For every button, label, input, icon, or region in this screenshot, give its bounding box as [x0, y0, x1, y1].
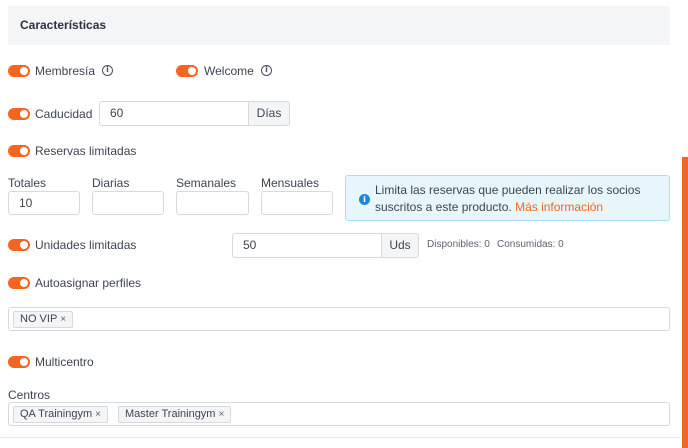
- chip-label: QA Trainingym: [20, 408, 93, 420]
- semanales-input[interactable]: [176, 191, 249, 215]
- mensuales-label: Mensuales: [261, 176, 320, 190]
- unidades-label: Unidades limitadas: [35, 238, 137, 252]
- membresia-toggle[interactable]: [8, 65, 30, 77]
- section-title: Características: [20, 18, 107, 32]
- chip-master-trainingym: Master Trainingym ×: [118, 406, 232, 423]
- totales-label: Totales: [8, 176, 47, 190]
- membresia-info-icon[interactable]: [102, 65, 113, 76]
- multicentro-label: Multicentro: [35, 355, 94, 369]
- totales-input[interactable]: 10: [8, 191, 80, 215]
- chip-no-vip: NO VIP ×: [13, 311, 74, 328]
- caducidad-label: Caducidad: [35, 107, 93, 121]
- membresia-label: Membresía: [35, 64, 96, 78]
- consumidas-text: Consumidas: 0: [497, 239, 564, 250]
- caducidad-unit: Días: [248, 101, 290, 126]
- unidades-toggle[interactable]: [8, 239, 30, 251]
- scrollbar[interactable]: [682, 157, 688, 448]
- centros-multiselect[interactable]: QA Trainingym × Master Trainingym ×: [8, 402, 670, 426]
- perfiles-multiselect[interactable]: NO VIP ×: [8, 307, 670, 331]
- unidades-input[interactable]: 50: [232, 233, 382, 258]
- diarias-label: Diarias: [92, 176, 130, 190]
- chip-qa-trainingym: QA Trainingym ×: [13, 406, 108, 423]
- welcome-label: Welcome: [204, 64, 254, 78]
- reservas-info-callout: Limita las reservas que pueden realizar …: [345, 175, 670, 221]
- autoasignar-toggle[interactable]: [8, 277, 30, 289]
- caducidad-toggle[interactable]: [8, 108, 30, 120]
- autoasignar-label: Autoasignar perfiles: [35, 276, 142, 290]
- multicentro-toggle[interactable]: [8, 356, 30, 368]
- centros-label: Centros: [8, 388, 51, 402]
- remove-icon[interactable]: ×: [218, 409, 224, 420]
- remove-icon[interactable]: ×: [60, 314, 66, 325]
- diarias-input[interactable]: [92, 191, 164, 215]
- caducidad-input[interactable]: 60: [99, 101, 249, 126]
- semanales-label: Semanales: [176, 176, 237, 190]
- disponibles-text: Disponibles: 0: [427, 239, 490, 250]
- remove-icon[interactable]: ×: [95, 409, 101, 420]
- welcome-info-icon[interactable]: [261, 65, 272, 76]
- reservas-label: Reservas limitadas: [35, 144, 137, 158]
- welcome-toggle[interactable]: [176, 65, 198, 77]
- chip-label: Master Trainingym: [125, 408, 216, 420]
- chip-label: NO VIP: [20, 313, 58, 325]
- reservas-info-text: Limita las reservas que pueden realizar …: [375, 182, 665, 216]
- info-icon: [359, 194, 370, 205]
- mensuales-input[interactable]: [261, 191, 333, 215]
- divider: [0, 437, 680, 438]
- unidades-unit: Uds: [381, 233, 419, 258]
- reservas-toggle[interactable]: [8, 145, 30, 157]
- more-info-link[interactable]: Más información: [515, 200, 603, 214]
- section-header: Características: [8, 6, 670, 45]
